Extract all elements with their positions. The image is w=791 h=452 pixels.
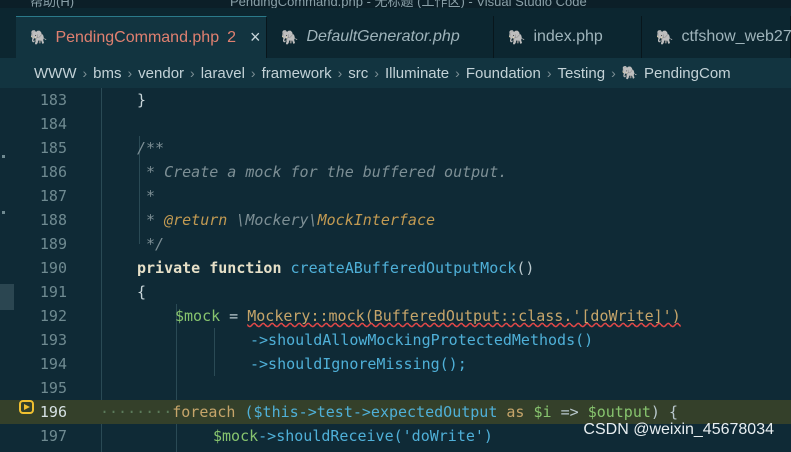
code-text: * @return \Mockery\MockInterface — [137, 211, 436, 229]
line-number: 186 — [39, 163, 67, 181]
code-text: */ — [137, 235, 165, 253]
line-number: 192 — [39, 307, 67, 325]
code-text: $mock = Mockery::mock(BufferedOutput::cl… — [175, 307, 681, 325]
code-line: 186 * Create a mock for the buffered out… — [0, 160, 791, 184]
code-text: { — [137, 283, 147, 301]
code-line: 191 { — [0, 280, 791, 304]
watermark: CSDN @weixin_45678034 — [583, 421, 774, 438]
code-line: 193 ->shouldAllowMockingProtectedMethods… — [0, 328, 791, 352]
line-number: 184 — [39, 115, 67, 133]
php-elephant-icon: 🐘 — [656, 28, 674, 45]
code-line: 190 private function createABufferedOutp… — [0, 256, 791, 280]
line-number: 185 — [39, 139, 67, 157]
code-text: $mock->shouldReceive('doWrite') — [213, 427, 493, 445]
chevron-right-icon: › — [546, 65, 552, 81]
tab-label: ctfshow_web27 — [681, 28, 791, 45]
breadcrumb-file[interactable]: PendingCom — [644, 65, 731, 82]
tab-index[interactable]: 🐘 index.php — [494, 16, 642, 58]
line-number: 188 — [39, 211, 67, 229]
line-number: 190 — [39, 259, 67, 277]
chevron-right-icon: › — [82, 65, 88, 81]
breadcrumb-item[interactable]: laravel — [201, 65, 245, 82]
breadcrumb-item[interactable]: framework — [262, 65, 332, 82]
code-text: * — [137, 187, 156, 205]
php-elephant-icon: 🐘 — [30, 29, 48, 45]
breadcrumb-item[interactable]: Testing — [558, 65, 606, 82]
tab-ctfshow-web27[interactable]: 🐘 ctfshow_web27 — [642, 16, 791, 58]
chevron-right-icon: › — [374, 65, 379, 81]
error-squiggle: Mockery::mock(BufferedOutput::class.'[do… — [247, 307, 681, 325]
window-title-bar: 帮助(H) PendingCommand.php - 无标题 (工作区) - V… — [0, 0, 791, 8]
chevron-right-icon: › — [611, 65, 616, 81]
code-line: 192 $mock = Mockery::mock(BufferedOutput… — [0, 304, 791, 328]
code-line: 194 ->shouldIgnoreMissing(); — [0, 352, 791, 376]
line-number: 197 — [39, 427, 67, 445]
code-text: ->shouldIgnoreMissing(); — [250, 355, 467, 373]
window-title: PendingCommand.php - 无标题 (工作区) - Visual … — [230, 0, 587, 8]
code-text: ->shouldAllowMockingProtectedMethods() — [250, 331, 594, 349]
code-line: 187 * — [0, 184, 791, 208]
chevron-right-icon: › — [337, 65, 343, 81]
tab-pendingcommand[interactable]: 🐘 PendingCommand.php 2 × — [16, 16, 267, 58]
php-elephant-icon: 🐘 — [508, 28, 526, 45]
breadcrumb-item[interactable]: WWW — [34, 65, 76, 82]
line-number: 195 — [39, 379, 67, 397]
code-line: 183 } — [0, 88, 791, 112]
line-number: 183 — [39, 91, 67, 109]
code-text: } — [137, 91, 147, 109]
code-line: 188 * @return \Mockery\MockInterface — [0, 208, 791, 232]
line-number: 193 — [39, 331, 67, 349]
breakpoint-icon[interactable] — [19, 400, 34, 414]
menu-help[interactable]: 帮助(H) — [30, 0, 74, 8]
code-line: 185 /** — [0, 136, 791, 160]
php-elephant-icon: 🐘 — [281, 28, 299, 45]
tab-label: DefaultGenerator.php — [306, 28, 460, 45]
line-number: 191 — [39, 283, 67, 301]
chevron-right-icon: › — [250, 65, 256, 81]
line-number: 194 — [39, 355, 67, 373]
close-icon[interactable]: × — [250, 27, 261, 48]
chevron-right-icon: › — [190, 65, 195, 81]
code-text: * Create a mock for the buffered output. — [137, 163, 508, 181]
tab-label: index.php — [533, 28, 603, 45]
tab-label: PendingCommand.php — [55, 28, 220, 46]
code-text: private function createABufferedOutputMo… — [137, 259, 535, 277]
code-line: 189 */ — [0, 232, 791, 256]
tab-defaultgenerator[interactable]: 🐘 DefaultGenerator.php — [267, 16, 494, 58]
code-line: 195 — [0, 376, 791, 400]
chevron-right-icon: › — [127, 65, 133, 81]
problem-count-badge: 2 — [227, 28, 237, 46]
tab-bar: 🐘 PendingCommand.php 2 × 🐘 DefaultGenera… — [0, 8, 791, 58]
breadcrumb-item[interactable]: Foundation — [466, 65, 541, 82]
chevron-right-icon: › — [455, 65, 460, 81]
breadcrumb-item[interactable]: Illuminate — [385, 65, 449, 82]
line-number: 187 — [39, 187, 67, 205]
php-elephant-icon: 🐘 — [621, 65, 638, 80]
breadcrumb-item[interactable]: vendor — [138, 65, 184, 82]
code-line: 184 — [0, 112, 791, 136]
code-editor[interactable]: 183 } 184 185 /** 186 * Create a mock fo… — [0, 88, 791, 452]
breadcrumb-item[interactable]: src — [348, 65, 368, 82]
line-number: 189 — [39, 235, 67, 253]
breadcrumb-item[interactable]: bms — [93, 65, 121, 82]
code-text: /** — [137, 139, 165, 157]
breadcrumb: WWW › bms › vendor › laravel › framework… — [0, 58, 791, 88]
